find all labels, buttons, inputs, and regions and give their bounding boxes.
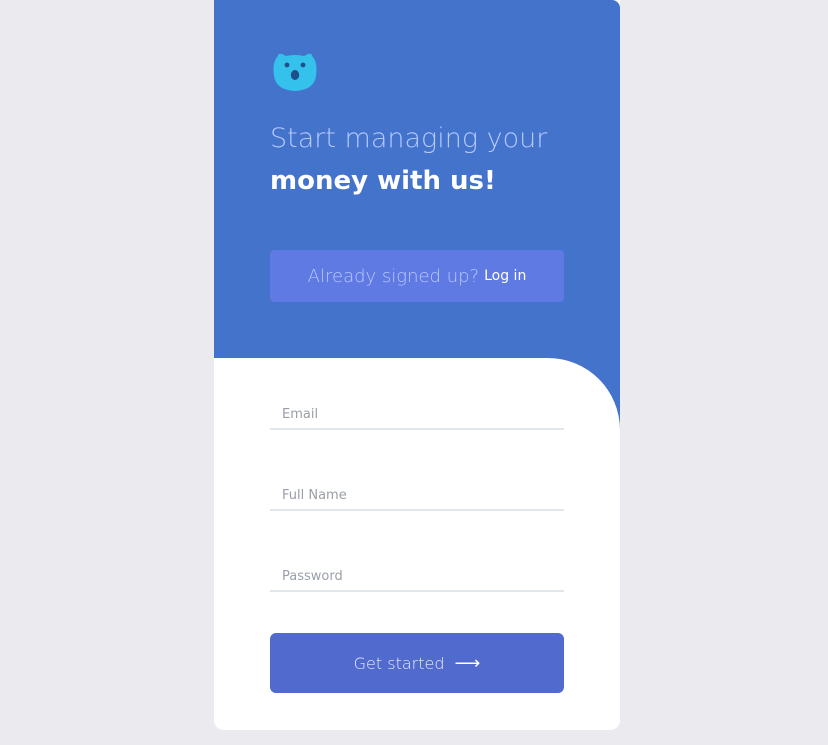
page-title: Start managing your money with us!: [270, 117, 600, 203]
login-prompt-text: Already signed up?: [307, 265, 480, 287]
login-prompt: Already signed up? Log in: [270, 250, 564, 302]
login-link[interactable]: Log in: [484, 268, 526, 284]
email-field[interactable]: [270, 400, 564, 430]
signup-card: Start managing your money with us! Alrea…: [214, 0, 620, 730]
get-started-button[interactable]: Get started ⟶: [270, 633, 564, 693]
arrow-right-icon: ⟶: [454, 652, 481, 674]
get-started-label: Get started: [353, 653, 445, 673]
bear-face-icon: [273, 53, 317, 91]
headline-line-1: Start managing your: [270, 123, 548, 154]
full-name-field[interactable]: [270, 481, 564, 511]
password-field[interactable]: [270, 562, 564, 592]
headline-line-2: money with us!: [270, 166, 496, 196]
